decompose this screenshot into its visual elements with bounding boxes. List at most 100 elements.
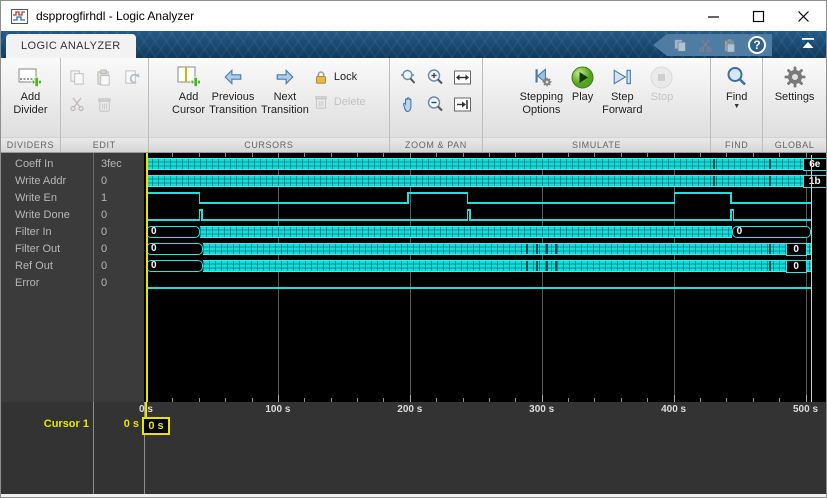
time-tick-label: 500 s bbox=[792, 404, 819, 415]
stepping-options-label2: Options bbox=[522, 104, 561, 116]
time-tick-label: 300 s bbox=[529, 404, 555, 415]
delete-cursor-button[interactable]: Delete bbox=[313, 94, 366, 110]
add-cursor-button[interactable]: Add Cursor bbox=[172, 58, 205, 137]
signal-name: Filter In bbox=[15, 226, 52, 238]
top-tick bbox=[330, 153, 332, 157]
ribbon-tab-bar: LOGIC ANALYZER ? bbox=[1, 31, 826, 58]
find-button[interactable]: Find ▼ bbox=[726, 58, 748, 137]
digital-edge bbox=[673, 192, 676, 204]
copy-icon[interactable] bbox=[673, 38, 688, 53]
cursor-line[interactable] bbox=[146, 153, 148, 402]
cut-button[interactable] bbox=[69, 96, 85, 117]
bus-activity bbox=[202, 243, 811, 255]
step-forward-label: Step bbox=[610, 91, 634, 103]
bus-value-segment: 0 bbox=[146, 243, 203, 255]
delete-icon bbox=[315, 96, 327, 109]
cut-icon[interactable] bbox=[698, 38, 713, 53]
bus-transition-mark bbox=[554, 244, 557, 254]
bus-transition-mark bbox=[554, 261, 557, 271]
digital-edge bbox=[201, 209, 203, 221]
waveform-plot[interactable]: 6e 1b 0 0 0 0 0 0 bbox=[144, 153, 826, 402]
section-find: FIND bbox=[711, 137, 763, 152]
signal-row[interactable]: Write En 1 bbox=[1, 190, 144, 207]
signal-name: Filter Out bbox=[15, 243, 61, 255]
add-cursor-icon bbox=[177, 66, 201, 88]
add-cursor-label: Add bbox=[178, 91, 199, 103]
step-forward-label2: Forward bbox=[602, 104, 643, 116]
signal-name: Coeff In bbox=[15, 158, 54, 170]
bottom-tick bbox=[277, 395, 279, 402]
delete-button[interactable] bbox=[96, 96, 113, 118]
signal-row[interactable]: Write Addr 0 bbox=[1, 173, 144, 190]
quick-access-toolbar: ? bbox=[653, 34, 772, 56]
section-cursors: CURSORS bbox=[148, 137, 390, 152]
lock-label: Lock bbox=[333, 71, 358, 83]
digital-edge bbox=[198, 209, 201, 221]
stepping-options-button[interactable]: Stepping Options bbox=[520, 58, 563, 137]
bus-transition-mark bbox=[713, 176, 716, 186]
find-label: Find bbox=[726, 91, 748, 103]
toolstrip: Add Divider DIVIDERS EDIT Add Cursor Pre… bbox=[1, 58, 826, 152]
top-tick bbox=[620, 153, 622, 157]
group-zoom-pan: ZOOM & PAN bbox=[390, 58, 483, 152]
help-button[interactable]: ? bbox=[748, 36, 766, 54]
digital-edge bbox=[466, 192, 469, 204]
top-tick bbox=[488, 153, 490, 157]
digital-level bbox=[673, 192, 731, 194]
signal-name: Error bbox=[15, 277, 40, 289]
close-button[interactable] bbox=[781, 1, 826, 31]
previous-transition-button[interactable]: Previous Transition bbox=[209, 58, 257, 137]
signal-row[interactable]: Filter In 0 bbox=[1, 224, 144, 241]
maximize-button[interactable] bbox=[736, 1, 781, 31]
signal-row[interactable]: Ref Out 0 bbox=[1, 258, 144, 275]
signal-row[interactable]: Error 0 bbox=[1, 275, 144, 292]
pan-icon bbox=[403, 96, 412, 112]
pan-button[interactable] bbox=[399, 95, 418, 119]
signal-name: Write Done bbox=[15, 209, 70, 221]
paste-button[interactable] bbox=[96, 68, 113, 91]
close-icon bbox=[798, 10, 809, 22]
signal-name: Ref Out bbox=[15, 260, 53, 272]
bus-value-segment: 0 bbox=[731, 226, 811, 238]
zoom-in-x-button[interactable] bbox=[399, 68, 418, 92]
name-value-divider[interactable] bbox=[93, 153, 94, 402]
digital-level bbox=[469, 219, 731, 221]
signal-name: Write En bbox=[15, 192, 57, 204]
tab-logic-analyzer[interactable]: LOGIC ANALYZER bbox=[6, 34, 136, 58]
signal-row[interactable]: Filter Out 0 bbox=[1, 241, 144, 258]
play-button[interactable]: Play bbox=[571, 58, 594, 137]
lock-cursor-button[interactable]: Lock bbox=[313, 69, 366, 85]
paste-icon[interactable] bbox=[723, 37, 738, 53]
collapse-ribbon-button[interactable] bbox=[800, 37, 816, 50]
copy-button[interactable] bbox=[69, 69, 86, 91]
digital-level bbox=[146, 192, 199, 194]
top-tick bbox=[357, 153, 359, 157]
digital-edge bbox=[466, 209, 469, 221]
add-divider-button[interactable]: Add Divider bbox=[13, 58, 48, 137]
section-global: GLOBAL bbox=[763, 137, 826, 152]
bus-transition-mark bbox=[768, 159, 771, 169]
signal-value: 3fec bbox=[101, 158, 122, 170]
digital-edge bbox=[407, 192, 409, 204]
fit-to-view-button[interactable] bbox=[453, 68, 472, 92]
settings-button[interactable]: Settings bbox=[775, 58, 814, 137]
previous-transition-label: Previous bbox=[211, 91, 255, 103]
cursor-time-box[interactable]: 0 s bbox=[142, 417, 170, 435]
group-dividers: Add Divider DIVIDERS bbox=[1, 58, 61, 152]
bus-transition-mark bbox=[768, 261, 771, 271]
zoom-in-button[interactable] bbox=[426, 68, 445, 92]
signal-row[interactable]: Write Done 0 bbox=[1, 207, 144, 224]
next-transition-button[interactable]: Next Transition bbox=[261, 58, 309, 137]
top-tick bbox=[594, 153, 596, 157]
step-forward-button[interactable]: Step Forward bbox=[602, 58, 642, 137]
time-tick-label: 100 s bbox=[265, 404, 291, 415]
undo-button[interactable] bbox=[123, 69, 140, 91]
zoom-out-button[interactable] bbox=[426, 95, 445, 119]
bottom-tick bbox=[673, 395, 675, 402]
bus-transition-mark bbox=[768, 244, 771, 254]
minimize-button[interactable] bbox=[691, 1, 736, 31]
logic-analyzer-window: dspprogfirhdl - Logic Analyzer LOGIC ANA… bbox=[0, 0, 827, 498]
signal-row[interactable]: Coeff In 3fec bbox=[1, 156, 144, 173]
zoom-to-cursor-button[interactable] bbox=[453, 95, 472, 119]
stop-button[interactable]: Stop bbox=[650, 58, 673, 137]
